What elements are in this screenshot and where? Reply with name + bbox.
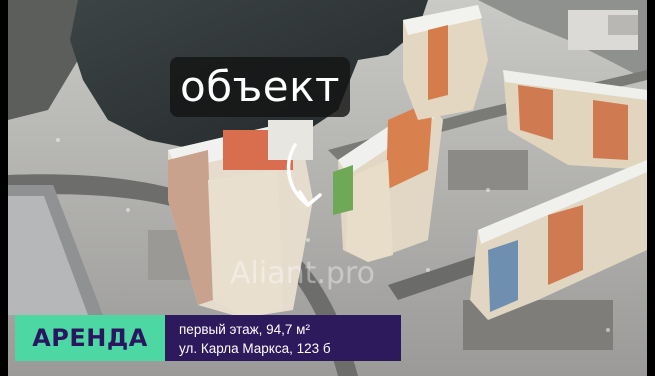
floor-area-text: первый этаж, 94,7 м² [179,322,310,337]
listing-banner: АРЕНДА первый этаж, 94,7 м² ул. Карла Ма… [15,315,401,361]
watermark: Aliant.pro [230,256,375,291]
address-text: ул. Карла Маркса, 123 б [179,341,331,356]
rent-badge: АРЕНДА [15,315,165,361]
video-frame: объект Aliant.pro АРЕНДА первый этаж, 94… [0,0,655,376]
object-label: объект [170,57,350,117]
listing-info: первый этаж, 94,7 м² ул. Карла Маркса, 1… [165,315,401,361]
